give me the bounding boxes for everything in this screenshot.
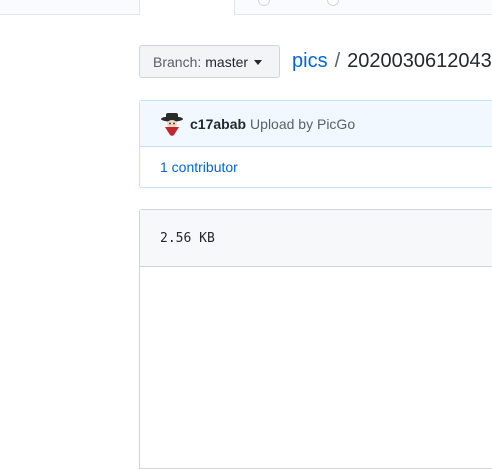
- commit-header: c17abab Upload by PicGo: [140, 101, 492, 147]
- contributors-row: 1 contributor: [140, 147, 492, 187]
- file-size: 2.56 KB: [160, 230, 215, 246]
- commit-message-link[interactable]: Upload by PicGo: [250, 116, 355, 132]
- branch-name: master: [205, 53, 249, 70]
- branch-label: Branch:: [153, 53, 202, 70]
- breadcrumb-file-name: 20200306120436: [347, 50, 492, 72]
- counter-icon: [327, 0, 339, 6]
- tab-code[interactable]: [139, 0, 235, 15]
- breadcrumb-separator: /: [334, 50, 341, 72]
- author-avatar-icon: [161, 112, 183, 136]
- file-header: 2.56 KB: [140, 210, 492, 267]
- caret-down-icon: [254, 60, 263, 65]
- contributors-link[interactable]: 1 contributor: [160, 159, 238, 175]
- breadcrumb: pics / 20200306120436: [292, 50, 492, 73]
- breadcrumb-repo-link[interactable]: pics: [292, 50, 328, 72]
- repo-tab-bar: [0, 0, 492, 15]
- branch-select-button[interactable]: Branch: master: [139, 45, 280, 78]
- latest-commit-box: c17abab Upload by PicGo 1 contributor: [139, 100, 492, 188]
- tab-icon: [258, 0, 270, 6]
- avatar[interactable]: [160, 112, 184, 136]
- file-viewer: 2.56 KB: [139, 209, 492, 469]
- commit-author-link[interactable]: c17abab: [190, 116, 246, 132]
